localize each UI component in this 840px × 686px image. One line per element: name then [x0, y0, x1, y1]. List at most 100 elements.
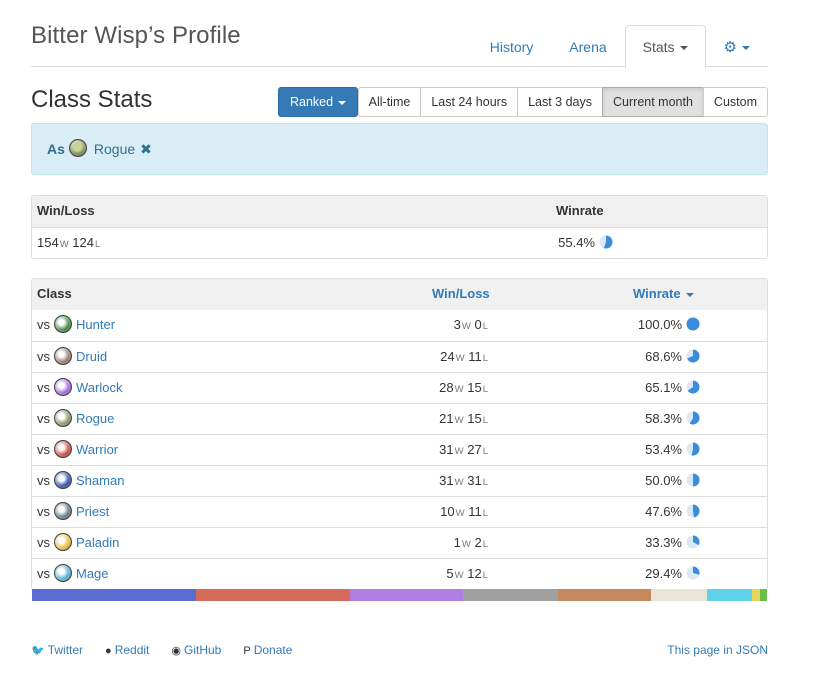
- tab-stats-label: Stats: [642, 39, 675, 55]
- reddit-label: Reddit: [114, 643, 150, 657]
- vs-label: vs: [37, 535, 50, 550]
- distribution-segment-priest: [650, 589, 707, 601]
- losses-count: 11: [468, 504, 482, 519]
- filter-last-3-days[interactable]: Last 3 days: [517, 87, 604, 117]
- distribution-segment-shaman: [32, 589, 196, 601]
- close-icon[interactable]: ✖: [140, 141, 152, 158]
- pie-slice: [693, 504, 700, 518]
- winloss-cell: 31W 31L: [439, 466, 488, 496]
- winrate-pie-chart: [599, 235, 613, 249]
- rogue-class-icon: [54, 409, 72, 428]
- pie-slice: [686, 317, 700, 331]
- winrate-pie-chart: [686, 535, 700, 549]
- priest-class-icon: [54, 502, 72, 521]
- distribution-segment-paladin: [751, 589, 760, 601]
- winrate-value: 53.4%: [645, 442, 682, 457]
- wins-count: 31: [439, 442, 454, 457]
- section-title: Class Stats: [31, 86, 153, 113]
- tab-arena[interactable]: Arena: [551, 25, 624, 67]
- class-cell: vs Druid: [37, 342, 107, 372]
- warlock-class-icon: [54, 378, 72, 397]
- wins-count: 21: [439, 411, 454, 426]
- class-link-warlock[interactable]: Warlock: [76, 380, 122, 395]
- winloss-column-header[interactable]: Win/Loss: [432, 279, 490, 309]
- winrate-pie-chart: [686, 349, 700, 363]
- wins-suffix: W: [59, 239, 69, 250]
- summary-winrate-value: 55.4%: [558, 235, 595, 250]
- class-cell: vs Shaman: [37, 466, 124, 496]
- matchup-row-druid: vs Druid 24W 11L 68.6%: [32, 341, 767, 372]
- vs-label: vs: [37, 566, 50, 581]
- class-cell: vs Warrior: [37, 435, 118, 465]
- settings-dropdown[interactable]: ⚙: [706, 25, 768, 67]
- summary-row: 154W 124L 55.4%: [32, 227, 767, 258]
- class-link-mage[interactable]: Mage: [76, 566, 109, 581]
- matchup-rows: vs Hunter 3W 0L 100.0% vs Druid 24W 11L 68.6% vs…: [32, 310, 767, 589]
- winrate-value: 33.3%: [645, 535, 682, 550]
- winloss-cell: 1W 2L: [454, 528, 488, 558]
- winloss-cell: 28W 15L: [439, 373, 488, 403]
- losses-suffix: L: [482, 321, 488, 332]
- matchup-row-shaman: vs Shaman 31W 31L 50.0%: [32, 465, 767, 496]
- github-link[interactable]: ◉ GitHub: [171, 643, 221, 657]
- class-link-priest[interactable]: Priest: [76, 504, 109, 519]
- class-link-warrior[interactable]: Warrior: [76, 442, 118, 457]
- filter-prefix: As: [47, 141, 65, 157]
- losses-count: 15: [467, 380, 482, 395]
- losses-count: 27: [467, 442, 482, 457]
- vs-label: vs: [37, 349, 50, 364]
- vs-label: vs: [37, 411, 50, 426]
- losses-suffix: L: [482, 384, 488, 395]
- vs-label: vs: [37, 504, 50, 519]
- losses-suffix: L: [482, 508, 488, 519]
- wins-count: 24: [440, 349, 455, 364]
- winloss-header: Win/Loss: [37, 203, 95, 218]
- class-cell: vs Paladin: [37, 528, 119, 558]
- class-link-rogue[interactable]: Rogue: [76, 411, 114, 426]
- class-link-hunter[interactable]: Hunter: [76, 317, 115, 332]
- donate-link[interactable]: P Donate: [243, 643, 292, 657]
- filter-custom[interactable]: Custom: [702, 87, 768, 117]
- losses-suffix: L: [482, 477, 488, 488]
- wins-suffix: W: [454, 570, 464, 581]
- json-link[interactable]: This page in JSON: [667, 643, 768, 657]
- chevron-down-icon: [742, 46, 750, 51]
- winrate-cell: 100.0%: [638, 310, 700, 340]
- matchup-row-warlock: vs Warlock 28W 15L 65.1%: [32, 372, 767, 403]
- footer: 🐦 Twitter ● Reddit ◉ GitHub P Donate This pa…: [31, 643, 768, 659]
- hunter-class-icon: [54, 315, 72, 334]
- filter-all-time[interactable]: All-time: [357, 87, 422, 117]
- losses-count: 0: [474, 317, 482, 332]
- winloss-cell: 21W 15L: [439, 404, 488, 434]
- losses-count: 12: [467, 566, 482, 581]
- wins-suffix: W: [454, 415, 464, 426]
- wins-suffix: W: [454, 477, 464, 488]
- reddit-link[interactable]: ● Reddit: [105, 643, 149, 657]
- losses-count: 31: [467, 473, 482, 488]
- profile-header: Bitter Wisp’s Profile History Arena Stat…: [31, 0, 768, 68]
- winrate-cell: 29.4%: [645, 559, 700, 589]
- class-link-paladin[interactable]: Paladin: [76, 535, 119, 550]
- class-link-shaman[interactable]: Shaman: [76, 473, 124, 488]
- shaman-class-icon: [54, 471, 72, 490]
- matchup-row-rogue: vs Rogue 21W 15L 58.3%: [32, 403, 767, 434]
- matchup-row-mage: vs Mage 5W 12L 29.4%: [32, 558, 767, 589]
- ranked-mode-button[interactable]: Ranked: [278, 87, 359, 117]
- tab-history[interactable]: History: [472, 25, 552, 67]
- winrate-column-header[interactable]: Winrate: [633, 279, 694, 309]
- class-distribution-bar: [32, 589, 767, 601]
- class-link-druid[interactable]: Druid: [76, 349, 107, 364]
- filter-class-link[interactable]: Rogue: [94, 141, 135, 157]
- winrate-pie-chart: [686, 473, 700, 487]
- losses-count: 11: [468, 349, 482, 364]
- tab-stats[interactable]: Stats: [624, 25, 706, 68]
- filter-current-month[interactable]: Current month: [602, 87, 704, 117]
- filter-last-24-hours[interactable]: Last 24 hours: [420, 87, 519, 117]
- twitter-link[interactable]: 🐦 Twitter: [31, 643, 83, 657]
- twitter-icon: 🐦: [31, 645, 45, 657]
- pie-slice: [693, 473, 700, 487]
- rogue-class-icon: [68, 138, 87, 157]
- summary-winrate: 55.4%: [558, 228, 613, 258]
- class-cell: vs Hunter: [37, 310, 115, 340]
- matchup-row-priest: vs Priest 10W 11L 47.6%: [32, 496, 767, 527]
